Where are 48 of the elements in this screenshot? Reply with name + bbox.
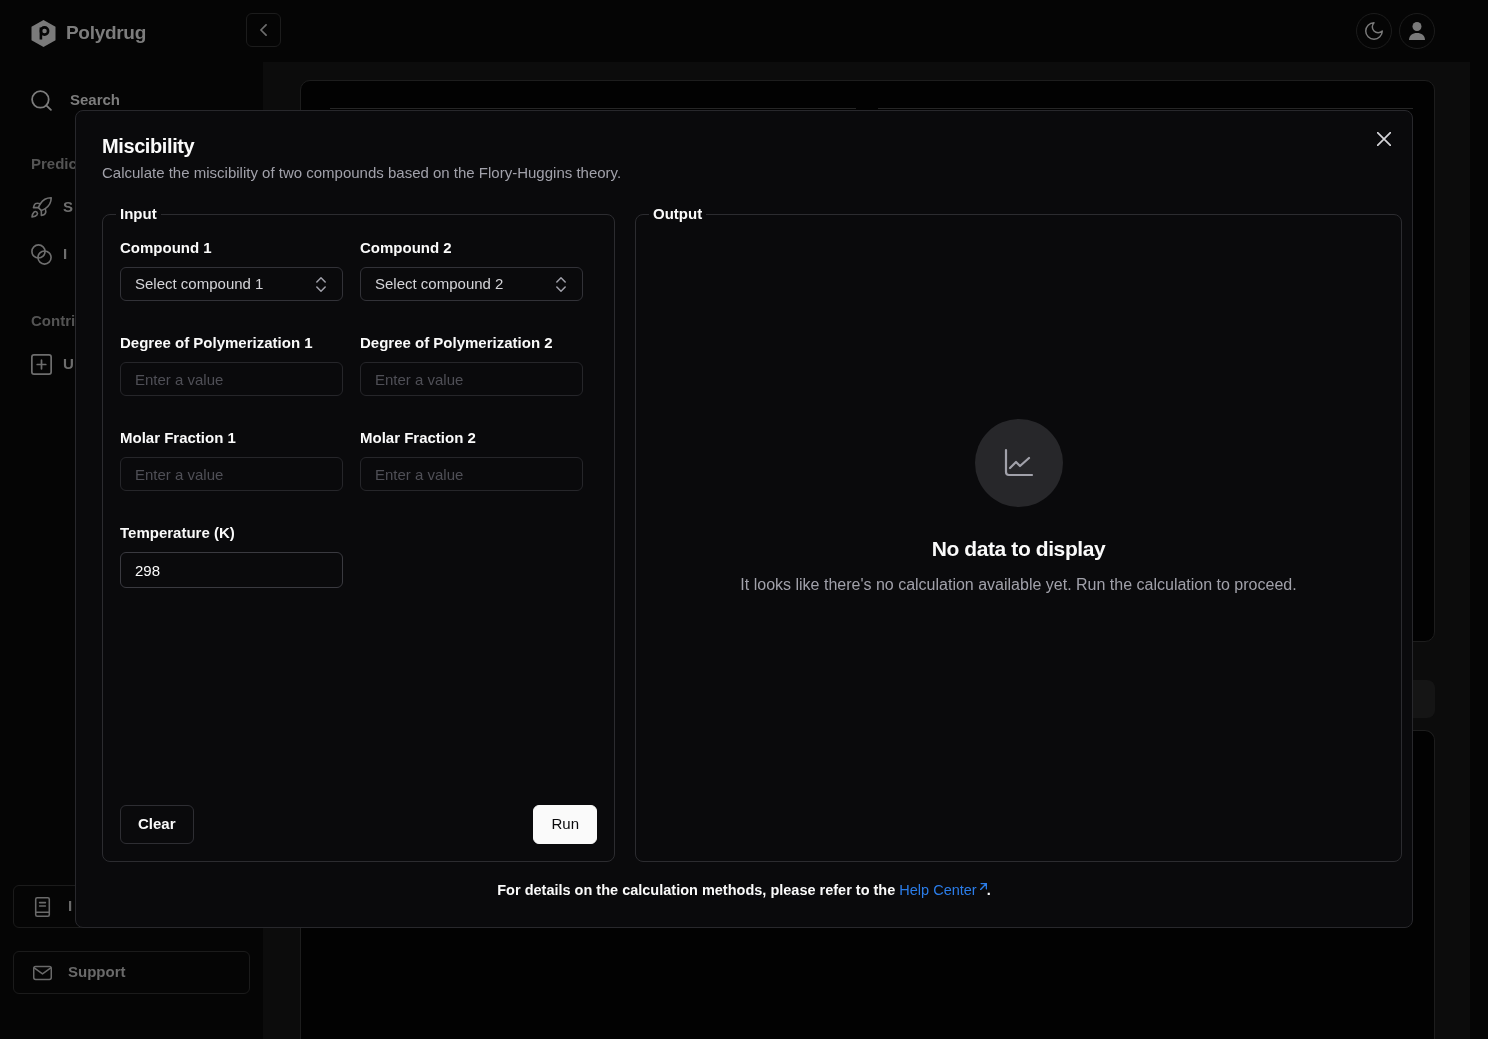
nav-item[interactable]: U <box>13 342 74 386</box>
field-label: Molar Fraction 2 <box>360 429 476 447</box>
chevron-left-icon <box>260 24 267 36</box>
close-icon <box>1377 132 1391 146</box>
panel-title: Input <box>119 204 158 224</box>
clear-button[interactable]: Clear <box>120 805 194 844</box>
field-label: Degree of Polymerization 2 <box>360 334 553 352</box>
help-center-link[interactable]: Help Center <box>899 882 987 898</box>
compound-select[interactable]: Select compound 2 <box>360 267 583 301</box>
field-label: Compound 1 <box>120 239 212 257</box>
empty-state-title: No data to display <box>931 537 1106 561</box>
moon-icon <box>1365 22 1383 40</box>
rocket-icon <box>31 196 52 218</box>
nav-item[interactable]: Support <box>13 951 250 994</box>
nav-label: Support <box>68 962 126 983</box>
field-label: Compound 2 <box>360 239 452 257</box>
dialog-description: Calculate the miscibility of two compounds based on the Flory-Huggins theory. <box>102 163 622 183</box>
field-label: Molar Fraction 1 <box>120 429 236 447</box>
field-label: Degree of Polymerization 1 <box>120 334 313 352</box>
input-field[interactable]: Enter a value <box>120 457 343 491</box>
run-button[interactable]: Run <box>533 805 597 844</box>
help-note: For details on the calculation methods, please refer to the Help Center . <box>496 881 992 900</box>
external-link-icon <box>979 883 987 890</box>
panel-title: Output <box>652 204 704 224</box>
user-icon <box>1408 22 1426 40</box>
nav-item[interactable]: I <box>13 232 68 276</box>
line-chart-icon <box>974 419 1063 507</box>
up-down-chevron-icon <box>556 276 566 292</box>
overlapping-circles-icon <box>31 243 52 265</box>
empty-state-text: It looks like there's no calculation available yet. Run the calculation to proceed. <box>740 575 1297 595</box>
input-field[interactable]: 298 <box>120 552 343 588</box>
section-label: Contri <box>30 311 76 331</box>
nav-label: I <box>68 896 73 917</box>
input-field[interactable]: Enter a value <box>360 457 583 491</box>
up-down-chevron-icon <box>316 276 326 292</box>
notebook-icon <box>33 896 52 917</box>
search-icon <box>31 89 52 111</box>
search-link[interactable]: Search <box>13 78 250 122</box>
input-field[interactable]: Enter a value <box>360 362 583 396</box>
hexagon-logo-icon <box>31 19 56 47</box>
plus-square-icon <box>31 353 52 375</box>
field-label: Temperature (K) <box>120 524 235 542</box>
section-label: Predic <box>30 154 77 174</box>
input-field[interactable]: Enter a value <box>120 362 343 396</box>
nav-item[interactable]: S <box>13 185 73 229</box>
brand-name: Polydrug <box>66 20 146 45</box>
compound-select[interactable]: Select compound 1 <box>120 267 343 301</box>
dialog-title: Miscibility <box>102 134 195 158</box>
